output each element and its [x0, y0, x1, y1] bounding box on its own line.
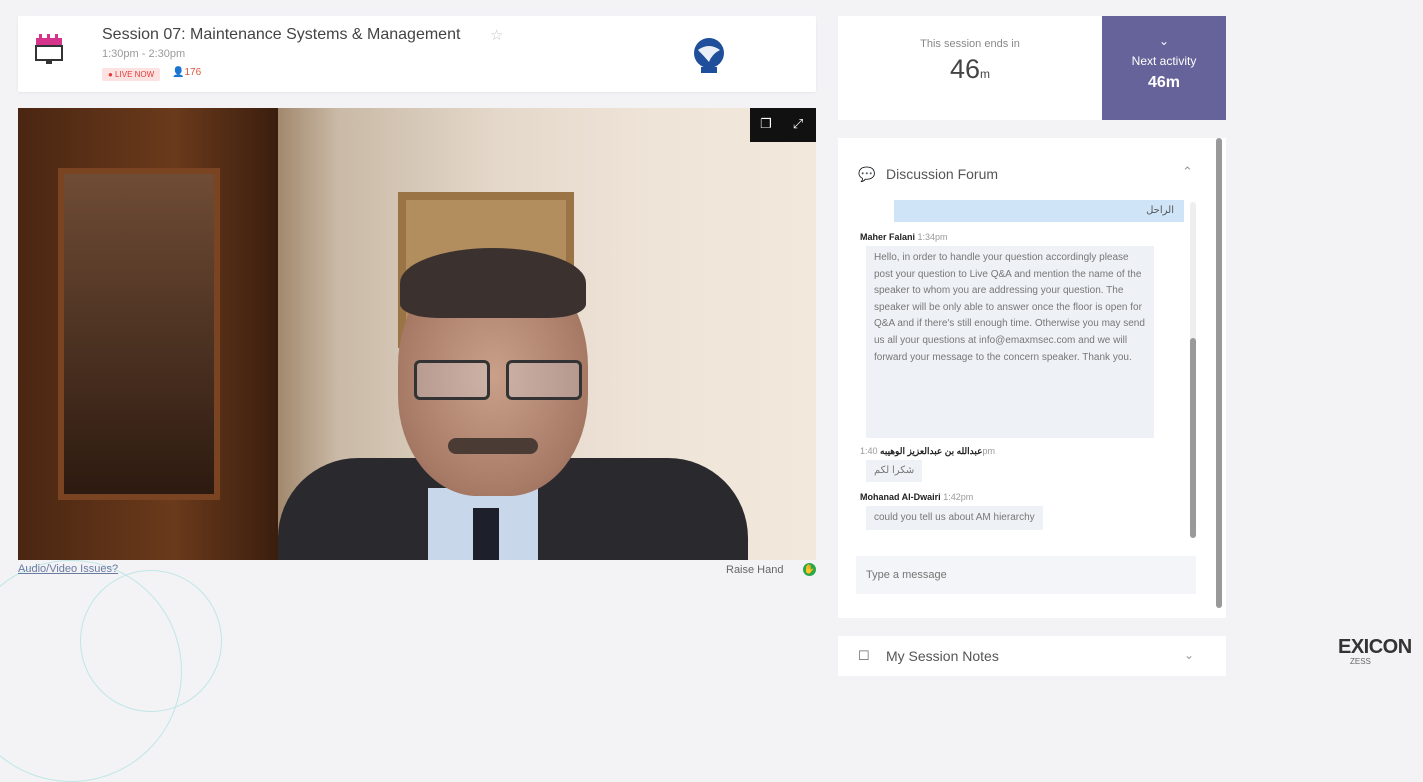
video-stream[interactable]: ❐ ⤢	[18, 108, 816, 560]
live-now-badge: ● LIVE NOW	[102, 68, 161, 81]
raise-hand-button[interactable]: Raise Hand	[726, 564, 783, 576]
session-calendar-icon	[35, 34, 63, 64]
session-header: Session 07: Maintenance Systems & Manage…	[18, 16, 816, 92]
brand-logo: EXICON	[1338, 636, 1412, 658]
next-activity-button[interactable]: ⌄ Next activity 46m	[1102, 16, 1226, 120]
message-header: Mohanad Al-Dwairi 1:42pm	[860, 492, 973, 502]
decorative-ring	[80, 570, 222, 712]
favorite-star-icon[interactable]: ☆	[490, 26, 503, 44]
speaker-tie	[473, 508, 499, 560]
message-time: 1:42pm	[943, 492, 974, 502]
session-notes-title: My Session Notes	[886, 648, 999, 664]
session-notes-panel[interactable]: ☐ My Session Notes ⌄	[838, 636, 1226, 676]
message-input[interactable]	[856, 556, 1196, 594]
chat-bubble: could you tell us about AM hierarchy	[866, 506, 1043, 530]
session-ends-value: 46m	[838, 54, 1102, 85]
speaker-moustache	[448, 438, 538, 454]
person-icon: 👤	[172, 67, 185, 78]
organization-logo-icon	[694, 38, 724, 73]
av-issues-link[interactable]: Audio/Video Issues?	[18, 563, 118, 575]
notes-icon: ☐	[858, 648, 870, 663]
next-activity-value: 46m	[1147, 74, 1181, 91]
chevron-down-icon: ⌄	[1158, 34, 1170, 48]
session-title: Session 07: Maintenance Systems & Manage…	[102, 26, 461, 43]
chat-bubble: شكرا لكم	[866, 460, 923, 482]
session-ends-timer: This session ends in 46m	[838, 16, 1102, 120]
speaker-glasses-right	[506, 360, 582, 400]
chat-messages: الراحل Maher Falani 1:34pm Hello, in ord…	[856, 200, 1190, 530]
chat-bubble-self: الراحل	[894, 200, 1184, 222]
video-background-cabinet-glass	[58, 168, 220, 500]
discussion-forum-panel: 💬 Discussion Forum ⌃ الراحل Maher Falani…	[838, 138, 1226, 618]
chevron-up-icon[interactable]: ⌃	[1182, 164, 1193, 180]
session-ends-unit: m	[980, 67, 991, 81]
message-header: Maher Falani 1:34pm	[860, 232, 948, 242]
speaker-hair	[400, 248, 586, 318]
message-time: 1:34pm	[917, 232, 948, 242]
viewer-count: 👤176	[172, 67, 201, 78]
fullscreen-icon[interactable]: ⤢	[790, 116, 806, 132]
picture-in-picture-icon[interactable]: ❐	[758, 116, 774, 132]
session-ends-number: 46	[949, 54, 981, 84]
session-time: 1:30pm - 2:30pm	[102, 48, 186, 60]
forum-title: Discussion Forum	[886, 166, 999, 182]
viewer-count-value: 176	[184, 67, 202, 78]
next-activity-label: Next activity	[1131, 54, 1197, 68]
video-controls: ❐ ⤢	[750, 108, 816, 142]
message-input-container	[856, 556, 1196, 594]
chat-icon: 💬	[858, 166, 876, 182]
message-author: عبدالله بن عبدالعزيز الوهيبه	[880, 446, 983, 456]
chat-bubble: Hello, in order to handle your question …	[866, 246, 1154, 438]
chevron-down-icon[interactable]: ⌄	[1184, 648, 1194, 662]
session-ends-label: This session ends in	[920, 38, 1020, 50]
message-author: Maher Falani	[860, 232, 916, 242]
chat-scrollbar-thumb[interactable]	[1190, 338, 1196, 538]
message-header: عبدالله بن عبدالعزيز الوهيبه 1:40pm	[860, 446, 995, 457]
speaker-glasses-left	[414, 360, 490, 400]
raise-hand-icon[interactable]: ✋	[803, 563, 816, 576]
video-background-cabinet	[18, 108, 278, 560]
brand-subtitle: ZESS	[1350, 657, 1371, 666]
panel-scrollbar[interactable]	[1216, 138, 1222, 608]
message-author: Mohanad Al-Dwairi	[860, 492, 941, 502]
